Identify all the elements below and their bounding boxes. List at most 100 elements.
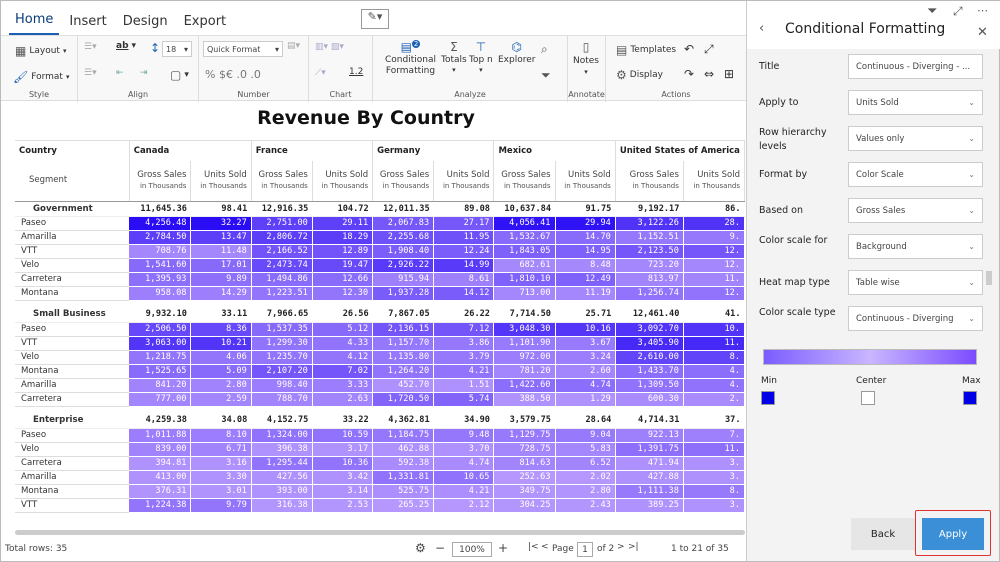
back-button[interactable]: Back: [851, 518, 915, 550]
explorer-button[interactable]: ⌬ Explorer: [498, 40, 535, 65]
bar-chart-button[interactable]: ▥▾ ▧▾: [315, 42, 344, 52]
measure-header[interactable]: Gross Sales in Thousands: [129, 161, 192, 202]
table-row[interactable]: Montana 958.08 14.29 1,223.51 12.30 1,937.28 1…: [15, 286, 745, 301]
table-row[interactable]: Paseo 4,256.48 32.27 2,751.00 29.11 2,067.83 2…: [15, 216, 745, 231]
undo-button[interactable]: ↶: [684, 42, 694, 56]
country-header[interactable]: Mexico: [493, 141, 616, 161]
prev-page-icon[interactable]: <: [541, 542, 549, 552]
country-header[interactable]: United States of America: [615, 141, 745, 161]
percent-button[interactable]: % $€ .0 .0: [205, 68, 261, 81]
quick-format-select[interactable]: Quick Format ▾: [203, 41, 283, 57]
font-size-select[interactable]: 18 ▾: [162, 41, 192, 57]
country-header[interactable]: Canada: [129, 141, 252, 161]
settings-icon[interactable]: ⚙: [415, 541, 426, 555]
center-color-swatch[interactable]: [861, 391, 875, 405]
table-row[interactable]: Amarilla 413.00 3.30 427.56 3.42 1,331.81 10.6…: [15, 470, 745, 485]
table-row[interactable]: Carretera 1,395.93 9.89 1,494.86 12.66 915.94…: [15, 272, 745, 287]
country-header[interactable]: France: [251, 141, 374, 161]
table-row[interactable]: Carretera 394.81 3.16 1,295.44 10.36 592.38 4.…: [15, 456, 745, 471]
conditional-formatting-button[interactable]: ▤ 2 Conditional Formatting: [385, 40, 436, 76]
group-total-row[interactable]: Enterprise 4,259.38 34.08 4,152.75 33.22 4,36…: [15, 413, 745, 429]
tab-insert[interactable]: Insert: [63, 14, 112, 35]
row-height-button[interactable]: ↕: [150, 41, 160, 55]
measure-header[interactable]: Gross Sales in Thousands: [372, 161, 435, 202]
measure-header[interactable]: Gross Sales in Thousands: [251, 161, 313, 202]
first-page-icon[interactable]: |<: [528, 542, 539, 552]
field-select[interactable]: Units Sold ⌄: [848, 90, 983, 115]
table-row[interactable]: Montana 376.31 3.01 393.00 3.14 525.75 4.21 349…: [15, 484, 745, 499]
decimals-button[interactable]: 1.2: [349, 67, 363, 77]
field-select[interactable]: Gross Sales ⌄: [848, 198, 983, 223]
measure-header[interactable]: Units Sold in Thousands: [555, 161, 616, 202]
horizontal-scrollbar[interactable]: [15, 530, 745, 535]
field-select[interactable]: Background ⌄: [848, 234, 983, 259]
next-page-icon[interactable]: >: [617, 542, 625, 552]
layout-button[interactable]: ▦ Layout ▾: [15, 44, 66, 58]
number-format-button[interactable]: ▤▾: [287, 41, 300, 51]
measure-header[interactable]: Units Sold in Thousands: [683, 161, 745, 202]
borders-button[interactable]: ▢ ▾: [170, 68, 189, 82]
measure-header[interactable]: Gross Sales in Thousands: [615, 161, 684, 202]
align-justify-button[interactable]: ☰▾: [84, 68, 97, 78]
field-select[interactable]: Continuous - Diverging ⌄: [848, 306, 983, 331]
table-row[interactable]: VTT 1,224.38 9.79 316.38 2.53 265.25 2.12 304.2…: [15, 498, 745, 513]
totals-button[interactable]: Σ Totals ▾: [441, 40, 467, 74]
group-total-row[interactable]: Government 11,645.36 98.41 12,916.35 104.72 1…: [15, 201, 745, 217]
expand-button[interactable]: ⊞: [724, 67, 734, 81]
indent-button[interactable]: ⇥: [140, 68, 148, 78]
filter-button[interactable]: ⏷: [541, 68, 551, 83]
redo-button[interactable]: ↷: [684, 67, 694, 81]
table-row[interactable]: VTT 3,063.00 10.21 1,299.30 4.33 1,157.70 3.86…: [15, 336, 745, 351]
outdent-button[interactable]: ⇤: [116, 68, 124, 78]
zoom-in-button[interactable]: +: [498, 541, 508, 555]
back-arrow-icon[interactable]: ‹: [759, 21, 764, 36]
tab-home[interactable]: Home: [9, 12, 60, 35]
expand-icon[interactable]: ⤢: [953, 4, 963, 19]
tab-design[interactable]: Design: [117, 14, 174, 35]
panel-resize-handle[interactable]: [986, 271, 992, 285]
topn-button[interactable]: ⊤ Top n ▾: [469, 40, 493, 74]
field-select[interactable]: Color Scale ⌄: [848, 162, 983, 187]
table-row[interactable]: VTT 708.76 11.48 2,166.52 12.89 1,908.40 12.24…: [15, 244, 745, 259]
table-row[interactable]: Amarilla 2,784.50 13.47 2,806.72 18.29 2,255.…: [15, 230, 745, 245]
more-icon[interactable]: ⋯: [977, 4, 988, 17]
tab-export[interactable]: Export: [178, 14, 233, 35]
group-total-row[interactable]: Small Business 9,932.10 33.11 7,966.65 26.56…: [15, 307, 745, 323]
fit-button[interactable]: ⤢: [704, 42, 714, 57]
notes-button[interactable]: ▯ Notes ▾: [573, 40, 599, 76]
last-page-icon[interactable]: >|: [628, 542, 639, 552]
apply-button[interactable]: Apply: [922, 518, 984, 550]
country-header[interactable]: Germany: [372, 141, 495, 161]
table-row[interactable]: Velo 1,541.60 17.01 2,473.74 19.47 2,926.22 14…: [15, 258, 745, 273]
display-button[interactable]: ⚙ Display: [616, 68, 663, 82]
templates-button[interactable]: ▤ Templates: [616, 43, 676, 57]
measure-header[interactable]: Units Sold in Thousands: [190, 161, 252, 202]
zoom-out-button[interactable]: −: [435, 541, 445, 555]
resize-button[interactable]: ⇔: [704, 67, 714, 81]
field-select[interactable]: Values only ⌄: [848, 126, 983, 151]
zoom-input[interactable]: 100%: [452, 542, 492, 557]
paint-format-icon[interactable]: ✎▾: [361, 9, 389, 29]
align-left-button[interactable]: ☰▾: [84, 42, 97, 52]
text-size-button[interactable]: ab ▾: [116, 41, 136, 51]
min-color-swatch[interactable]: [761, 391, 775, 405]
format-button[interactable]: 🖌 Format ▾: [13, 70, 69, 84]
field-select[interactable]: Table wise ⌄: [848, 270, 983, 295]
measure-header[interactable]: Units Sold in Thousands: [312, 161, 374, 202]
close-icon[interactable]: ✕: [977, 25, 988, 40]
table-row[interactable]: Paseo 2,506.50 8.36 1,537.35 5.12 2,136.15 7.1…: [15, 322, 745, 337]
measure-header[interactable]: Units Sold in Thousands: [433, 161, 495, 202]
table-row[interactable]: Carretera 777.00 2.59 788.70 2.63 1,720.50 5.7…: [15, 392, 745, 407]
table-row[interactable]: Montana 1,525.65 5.09 2,107.20 7.02 1,264.20 4…: [15, 364, 745, 379]
table-row[interactable]: Amarilla 841.20 2.80 998.40 3.33 452.70 1.51 1,…: [15, 378, 745, 393]
title-input[interactable]: Continuous - Diverging - ...: [848, 54, 983, 79]
table-row[interactable]: Velo 1,218.75 4.06 1,235.70 4.12 1,135.80 3.79…: [15, 350, 745, 365]
measure-header[interactable]: Gross Sales in Thousands: [493, 161, 556, 202]
search-button[interactable]: ⌕: [541, 42, 548, 57]
line-chart-button[interactable]: ⟋▾: [315, 68, 326, 78]
table-row[interactable]: Velo 839.00 6.71 396.38 3.17 462.88 3.70 728.75…: [15, 442, 745, 457]
page-input[interactable]: 1: [577, 542, 593, 557]
filter-icon[interactable]: ⏷: [927, 4, 937, 19]
table-row[interactable]: Paseo 1,011.88 8.10 1,324.00 10.59 1,184.75 9.…: [15, 428, 745, 443]
max-color-swatch[interactable]: [963, 391, 977, 405]
